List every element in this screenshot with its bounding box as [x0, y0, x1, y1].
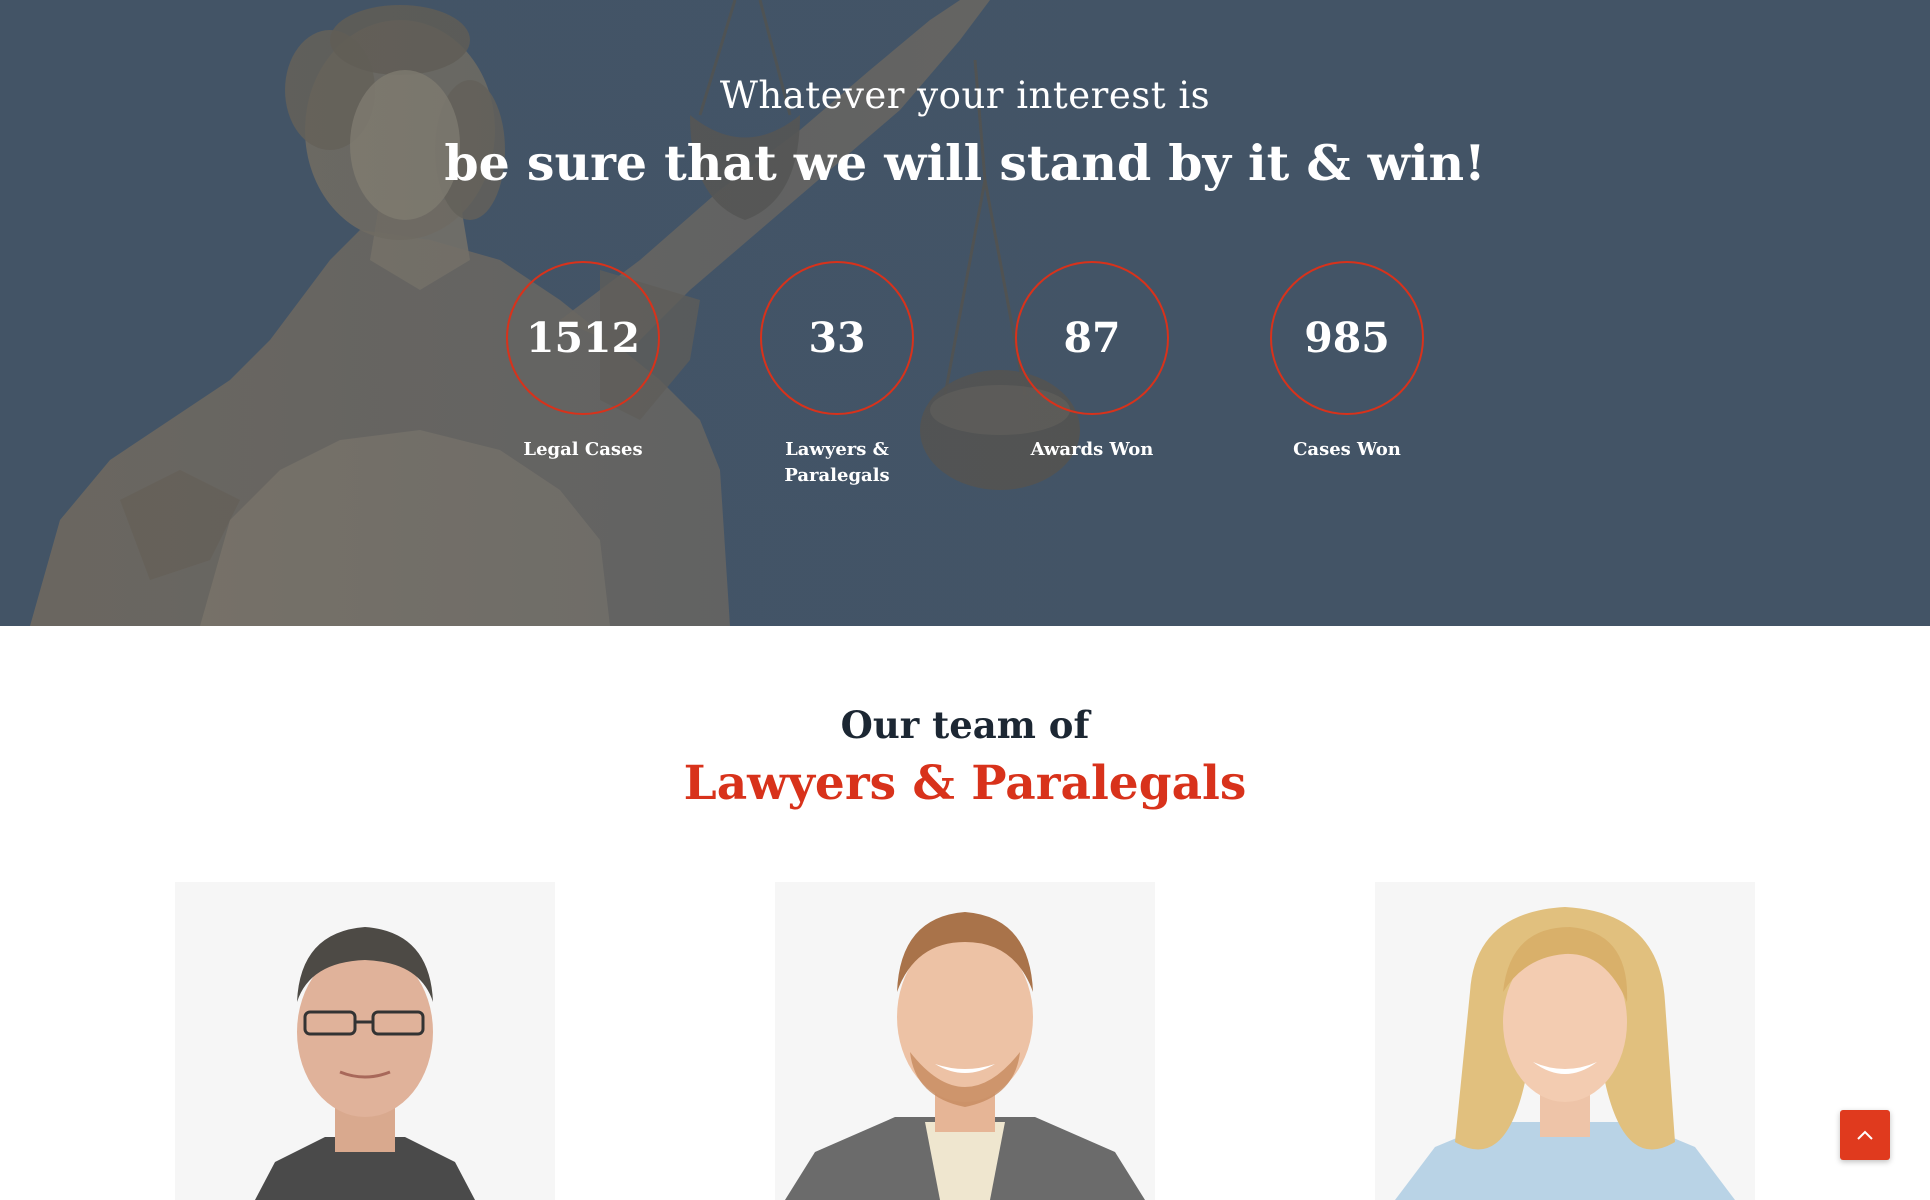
counter-label: Lawyers & Paralegals	[784, 439, 890, 486]
counter-ring: 985	[1270, 261, 1424, 415]
team-pretitle: Our team of	[840, 703, 1090, 747]
counter-ring: 87	[1015, 261, 1169, 415]
hero-intro-text: Whatever your interest is	[719, 74, 1211, 117]
hero-headline: be sure that we will stand by it & win!	[444, 134, 1486, 192]
team-member-card[interactable]	[175, 882, 555, 1200]
counter-ring: 33	[760, 261, 914, 415]
team-member-photo	[785, 912, 1145, 1200]
team-member-photo	[255, 927, 475, 1200]
counter-awards-won: 87 Awards Won	[1014, 261, 1170, 463]
scroll-to-top-button[interactable]	[1840, 1110, 1890, 1160]
counter-lawyers-paralegals: 33 Lawyers & Paralegals	[759, 261, 915, 489]
counter-ring: 1512	[506, 261, 660, 415]
counter-label: Legal Cases	[523, 439, 643, 460]
counter-value: 1512	[525, 314, 641, 362]
counter-value: 87	[1063, 314, 1121, 362]
chevron-up-icon	[1857, 1130, 1873, 1140]
counter-value: 985	[1304, 314, 1390, 362]
team-member-photo	[1395, 907, 1735, 1200]
counter-cases-won: 985 Cases Won	[1269, 261, 1425, 463]
team-member-card[interactable]	[775, 882, 1155, 1200]
counter-label: Awards Won	[1030, 439, 1154, 460]
counter-legal-cases: 1512 Legal Cases	[505, 261, 661, 463]
hero-stats-section: Whatever your interest is be sure that w…	[0, 0, 1930, 626]
counter-label: Cases Won	[1293, 439, 1401, 460]
team-member-card[interactable]	[1375, 882, 1755, 1200]
team-title: Lawyers & Paralegals	[683, 756, 1247, 811]
counter-value: 33	[808, 314, 866, 362]
